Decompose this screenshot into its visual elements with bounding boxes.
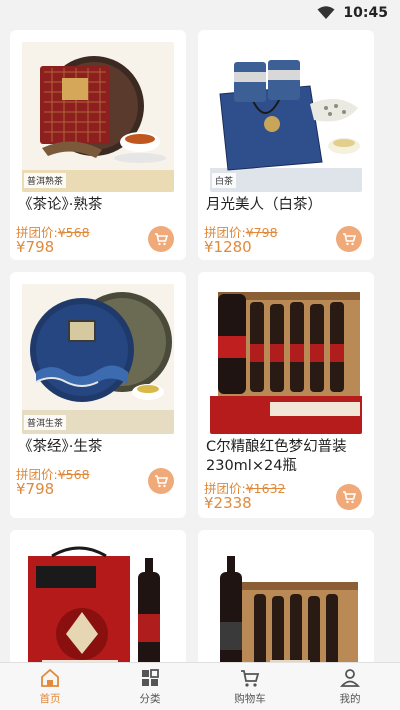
product-card[interactable]: 普洱生茶 《茶经》·生茶 拼团价:¥568 ¥798 xyxy=(10,272,186,518)
tab-label: 我的 xyxy=(339,693,361,705)
image-label: 普洱生茶 xyxy=(24,415,67,430)
image-label: 白茶 xyxy=(212,173,237,188)
current-price: ¥2338 xyxy=(204,494,252,512)
current-price: ¥798 xyxy=(16,238,55,256)
cart-icon xyxy=(343,233,356,246)
tab-profile[interactable]: 我的 xyxy=(300,663,400,710)
product-card[interactable]: 白茶 月光美人（白茶） 拼团价:¥798 ¥1280 xyxy=(198,30,374,260)
status-time: 10:45 xyxy=(343,5,388,21)
home-icon xyxy=(41,668,59,687)
product-title[interactable]: 《茶论》·熟茶 xyxy=(18,196,178,215)
product-image[interactable]: 普洱熟茶 xyxy=(22,42,174,192)
cart-icon xyxy=(241,670,260,687)
status-bar: 10:45 xyxy=(0,0,400,26)
wifi-icon xyxy=(317,6,335,19)
tab-label: 购物车 xyxy=(234,693,266,705)
product-grid: 普洱熟茶 《茶论》·熟茶 拼团价:¥568 ¥798 白茶 月光美人（白茶） 拼… xyxy=(0,26,400,662)
original-price: ¥568 xyxy=(57,467,90,482)
product-title[interactable]: C尔精酿红色梦幻普装230ml×24瓶 xyxy=(206,438,366,476)
bottom-tab-bar: 首页 分类 购物车 我的 xyxy=(0,662,400,710)
tab-label: 首页 xyxy=(39,693,61,705)
cart-icon xyxy=(155,475,168,488)
add-to-cart-button[interactable] xyxy=(336,226,362,252)
tab-category[interactable]: 分类 xyxy=(100,663,200,710)
add-to-cart-button[interactable] xyxy=(148,468,174,494)
cart-icon xyxy=(155,233,168,246)
product-image[interactable] xyxy=(210,542,362,662)
product-image[interactable] xyxy=(210,284,362,434)
current-price: ¥1280 xyxy=(204,238,252,256)
product-image[interactable] xyxy=(22,542,174,662)
product-card[interactable] xyxy=(10,530,186,662)
tab-cart[interactable]: 购物车 xyxy=(200,663,300,710)
profile-icon xyxy=(339,669,361,687)
tab-home[interactable]: 首页 xyxy=(0,663,100,710)
current-price: ¥798 xyxy=(16,480,55,498)
product-image[interactable]: 白茶 xyxy=(210,42,362,192)
product-card[interactable] xyxy=(198,530,374,662)
image-label: 普洱熟茶 xyxy=(24,173,67,188)
product-image[interactable]: 普洱生茶 xyxy=(22,284,174,434)
add-to-cart-button[interactable] xyxy=(148,226,174,252)
product-card[interactable]: C尔精酿红色梦幻普装230ml×24瓶 拼团价:¥1632 ¥2338 xyxy=(198,272,374,518)
product-title[interactable]: 《茶经》·生茶 xyxy=(18,438,178,457)
cart-icon xyxy=(343,491,356,504)
category-icon xyxy=(142,669,159,686)
product-card[interactable]: 普洱熟茶 《茶论》·熟茶 拼团价:¥568 ¥798 xyxy=(10,30,186,260)
original-price: ¥568 xyxy=(57,225,90,240)
add-to-cart-button[interactable] xyxy=(336,484,362,510)
product-title[interactable]: 月光美人（白茶） xyxy=(206,196,366,215)
tab-label: 分类 xyxy=(139,693,161,705)
